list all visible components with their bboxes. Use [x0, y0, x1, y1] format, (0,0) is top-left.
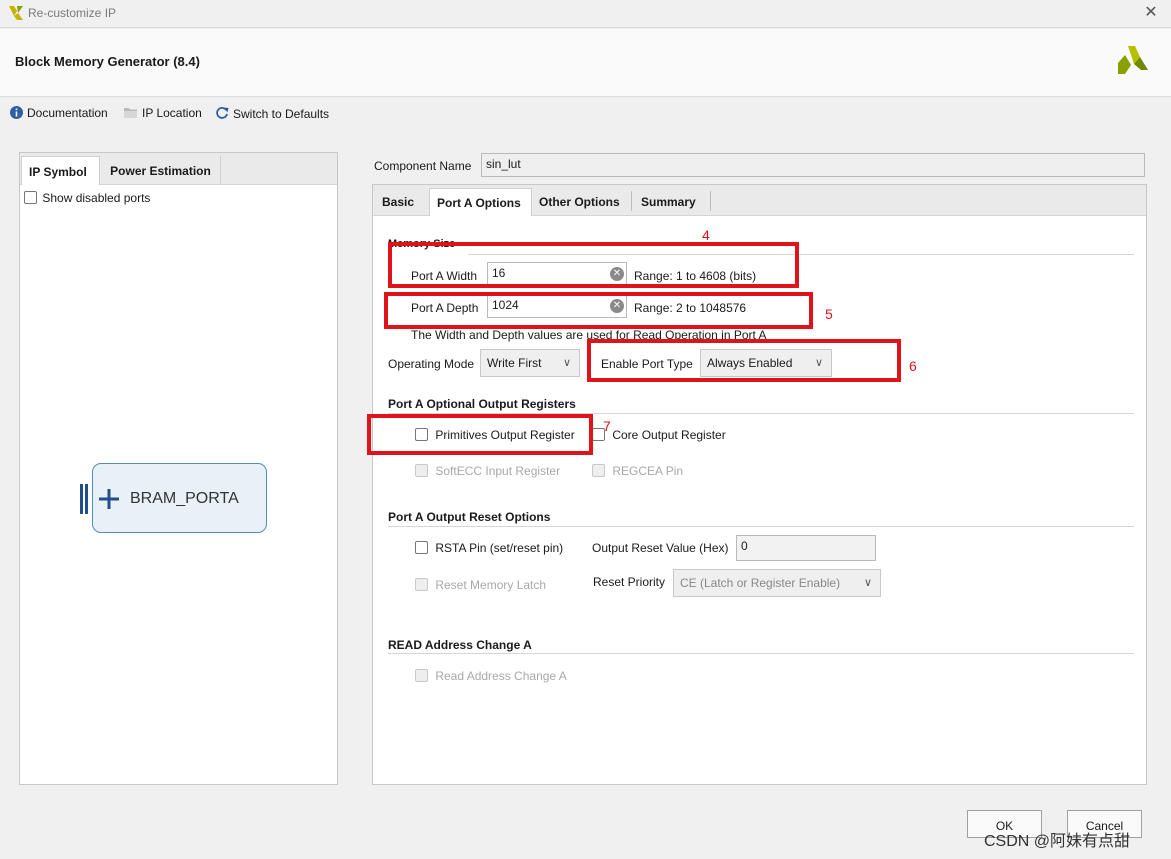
- tab-ip-symbol[interactable]: IP Symbol: [21, 156, 100, 185]
- folder-icon: [124, 108, 137, 118]
- reset-priority-label: Reset Priority: [593, 575, 666, 589]
- read-address-change-label: Read Address Change A: [435, 669, 567, 683]
- optional-registers-title: Port A Optional Output Registers: [388, 397, 576, 411]
- tab-summary[interactable]: Summary: [634, 188, 711, 216]
- section-divider: [388, 653, 1134, 654]
- section-divider: [388, 526, 1134, 527]
- reset-priority-select: CE (Latch or Register Enable) ∨: [673, 569, 881, 597]
- port-bus-line-2: [85, 484, 88, 514]
- reset-memory-latch-checkbox: [415, 578, 428, 591]
- reset-priority-value: CE (Latch or Register Enable): [680, 576, 841, 590]
- switch-to-defaults-link[interactable]: Switch to Defaults: [215, 106, 329, 122]
- chevron-down-icon: ∨: [863, 577, 872, 589]
- watermark: CSDN @阿妹有点甜: [984, 833, 1131, 850]
- show-disabled-ports-checkbox[interactable]: [24, 191, 37, 204]
- regcea-pin-option: REGCEA Pin: [592, 464, 683, 478]
- show-disabled-ports-label: Show disabled ports: [42, 191, 151, 205]
- bram-block[interactable]: BRAM_PORTA: [92, 463, 267, 533]
- tab-separator: [710, 191, 711, 211]
- left-tabbar: IP Symbol Power Estimation: [20, 153, 337, 185]
- options-tabbar: Basic Port A Options Other Options Summa…: [373, 185, 1146, 216]
- info-icon: [10, 106, 23, 119]
- close-window-button[interactable]: ✕: [1141, 3, 1161, 23]
- rsta-pin-label: RSTA Pin (set/reset pin): [435, 541, 564, 555]
- rsta-pin-option[interactable]: RSTA Pin (set/reset pin): [415, 541, 563, 555]
- annotation-box-depth: [384, 292, 813, 329]
- regcea-pin-label: REGCEA Pin: [612, 464, 684, 478]
- output-reset-value-label: Output Reset Value (Hex): [592, 541, 729, 555]
- refresh-icon: [216, 107, 229, 119]
- ip-symbol-panel: IP Symbol Power Estimation Show disabled…: [19, 152, 338, 785]
- tab-other-options[interactable]: Other Options: [532, 188, 631, 216]
- tab-port-a-options[interactable]: Port A Options: [429, 188, 532, 216]
- annotation-box-enable-port: [587, 339, 901, 382]
- tab-separator: [631, 191, 632, 211]
- switch-defaults-label: Switch to Defaults: [233, 107, 330, 121]
- output-reset-value-input: 0: [736, 535, 876, 561]
- annotation-number: 4: [702, 227, 710, 243]
- port-bus-line-1: [80, 484, 83, 514]
- bram-port-label: BRAM_PORTA: [130, 490, 239, 507]
- core-output-register-label: Core Output Register: [612, 428, 726, 442]
- read-address-change-option: Read Address Change A: [415, 669, 567, 683]
- operating-mode-select[interactable]: Write First ∨: [480, 349, 580, 377]
- window-title: Re-customize IP: [28, 6, 117, 20]
- documentation-label: Documentation: [27, 106, 108, 120]
- tab-divider: [220, 156, 221, 184]
- ip-location-link[interactable]: IP Location: [124, 106, 202, 122]
- ip-location-label: IP Location: [142, 106, 202, 120]
- tab-basic[interactable]: Basic: [375, 188, 430, 216]
- annotation-number: 5: [825, 306, 833, 322]
- read-address-change-checkbox: [415, 669, 428, 682]
- xilinx-logo-icon: [1118, 46, 1148, 74]
- component-name-label: Component Name: [374, 159, 472, 173]
- annotation-box-width: [388, 242, 799, 288]
- softecc-input-register-label: SoftECC Input Register: [435, 464, 561, 478]
- softecc-input-register-checkbox: [415, 464, 428, 477]
- operating-mode-label: Operating Mode: [388, 357, 475, 371]
- show-disabled-ports-option[interactable]: Show disabled ports: [24, 191, 150, 205]
- page-title: Block Memory Generator (8.4): [15, 54, 200, 69]
- tab-power-estimation[interactable]: Power Estimation: [100, 156, 221, 185]
- expand-plus-icon[interactable]: [99, 489, 119, 509]
- softecc-input-register-option: SoftECC Input Register: [415, 464, 560, 478]
- app-icon: [9, 6, 23, 20]
- read-address-title: READ Address Change A: [388, 638, 532, 652]
- annotation-number: 6: [909, 358, 917, 374]
- documentation-link[interactable]: Documentation: [10, 106, 108, 122]
- rsta-pin-checkbox[interactable]: [415, 541, 428, 554]
- window-titlebar: Re-customize IP ✕: [0, 0, 1171, 28]
- annotation-number: 7: [603, 418, 611, 434]
- reset-options-title: Port A Output Reset Options: [388, 510, 551, 524]
- reset-memory-latch-option: Reset Memory Latch: [415, 578, 546, 592]
- component-name-field[interactable]: sin_lut: [481, 153, 1145, 177]
- chevron-down-icon: ∨: [562, 357, 571, 369]
- core-output-register-option[interactable]: Core Output Register: [592, 428, 726, 442]
- annotation-box-primitives: [367, 414, 593, 455]
- operating-mode-value: Write First: [487, 356, 542, 370]
- reset-memory-latch-label: Reset Memory Latch: [435, 578, 547, 592]
- regcea-pin-checkbox: [592, 464, 605, 477]
